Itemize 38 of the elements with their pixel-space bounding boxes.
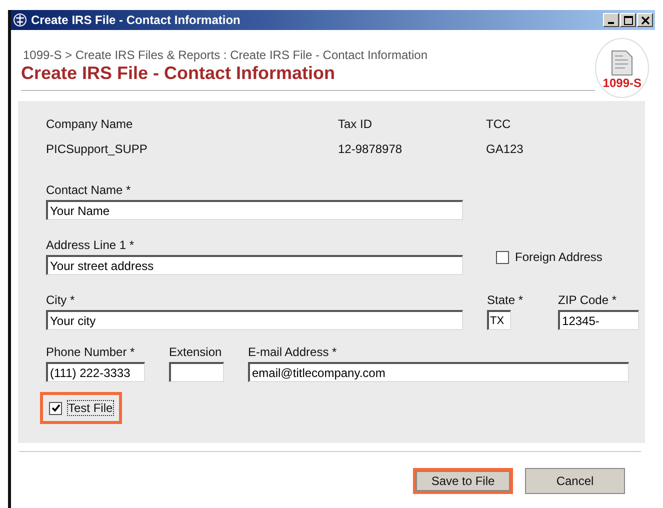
- checkbox-label: Test File: [68, 401, 113, 415]
- field-label: City *: [46, 293, 76, 307]
- checkbox-label: Foreign Address: [515, 250, 602, 264]
- zip-code-field[interactable]: 12345-: [558, 310, 640, 330]
- form-logo: 1099-S: [595, 38, 649, 98]
- close-button[interactable]: [637, 13, 653, 27]
- email-field[interactable]: email@titlecompany.com: [248, 362, 629, 382]
- info-value: GA123: [486, 142, 524, 156]
- field-label: Contact Name *: [46, 183, 132, 197]
- checkbox[interactable]: [496, 250, 509, 264]
- window-title: Create IRS File - Contact Information: [31, 13, 242, 27]
- city-field[interactable]: Your city: [46, 310, 463, 330]
- info-value: 12-9878978: [338, 142, 404, 156]
- page-heading: Create IRS File - Contact Information: [21, 63, 336, 84]
- app-icon: [13, 13, 27, 27]
- breadcrumb: 1099-S > Create IRS Files & Reports : Create IRS File - Contact Information: [23, 48, 428, 62]
- field-label: E-mail Address *: [248, 345, 338, 359]
- maximize-icon: [624, 16, 632, 24]
- info-value: PICSupport_SUPP: [46, 142, 148, 156]
- info-label: Tax ID: [338, 117, 374, 131]
- contact-name-field[interactable]: Your Name: [46, 200, 463, 220]
- close-icon: [640, 16, 650, 24]
- field-label: ZIP Code *: [558, 293, 618, 307]
- extension-field[interactable]: [169, 362, 224, 382]
- checkbox[interactable]: [49, 402, 62, 414]
- field-label: Extension: [169, 345, 223, 359]
- minimize-button[interactable]: [603, 13, 619, 27]
- field-label: Address Line 1 *: [46, 238, 136, 252]
- field-label: State *: [487, 293, 524, 307]
- phone-number-field[interactable]: (111) 222-3333: [46, 362, 145, 382]
- state-field[interactable]: TX: [487, 310, 511, 330]
- save-button[interactable]: Save to File: [413, 468, 513, 494]
- address-field[interactable]: Your street address: [46, 255, 463, 275]
- info-label: TCC: [486, 117, 512, 131]
- field-label: Phone Number *: [46, 345, 136, 359]
- info-label: Company Name: [46, 117, 134, 131]
- cancel-button[interactable]: Cancel: [525, 468, 625, 494]
- maximize-button[interactable]: [620, 13, 636, 27]
